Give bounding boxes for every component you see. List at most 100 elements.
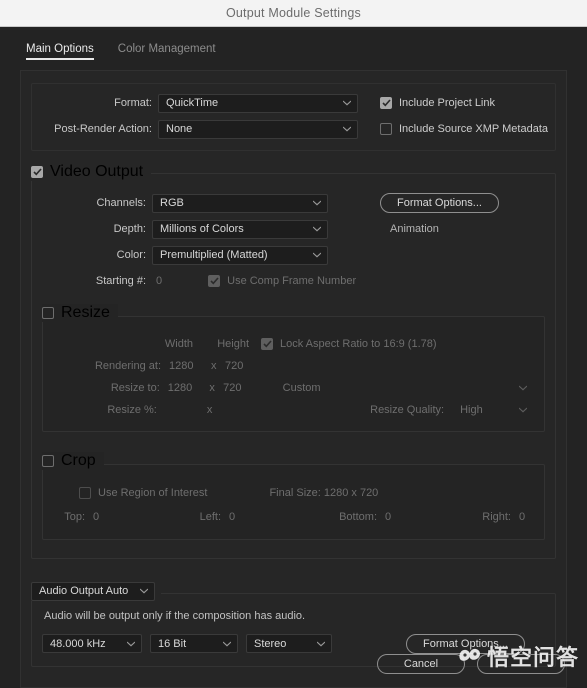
crop-left-label: Left: — [199, 511, 221, 523]
starting-number-value[interactable]: 0 — [156, 275, 162, 287]
lock-aspect-ratio-checkbox[interactable] — [261, 338, 273, 350]
chevron-down-icon — [519, 385, 528, 391]
starting-number-label: Starting #: — [95, 275, 146, 287]
crop-legend[interactable]: Crop — [42, 452, 104, 470]
use-comp-frame-number-checkbox[interactable] — [208, 275, 221, 287]
include-xmp-row[interactable]: Include Source XMP Metadata — [380, 123, 548, 135]
crop-left-value[interactable]: 0 — [229, 511, 327, 523]
depth-label: Depth: — [113, 223, 146, 235]
use-comp-frame-number-row[interactable]: Use Comp Frame Number — [208, 275, 356, 287]
resize-width-header: Width — [164, 338, 193, 350]
chevron-down-icon — [313, 252, 321, 258]
tab-color-management[interactable]: Color Management — [118, 43, 216, 60]
resize-preset-value: Custom — [282, 382, 321, 394]
crop-group: Crop Use Region of Interest Final Size: … — [42, 452, 545, 548]
resize-height-header: Height — [217, 338, 249, 350]
resize-to-label: Resize to: — [110, 382, 160, 394]
use-region-of-interest-label: Use Region of Interest — [98, 487, 208, 499]
resize-legend-label: Resize — [61, 304, 110, 321]
format-row: Format: QuickTime Include Project Link — [36, 90, 551, 116]
crop-checkbox[interactable] — [42, 455, 54, 467]
crop-roi-row: Use Region of Interest Final Size: 1280 … — [53, 481, 534, 505]
video-output-group: Video Output Channels: RGB Format Option… — [31, 163, 556, 567]
format-block: Format: QuickTime Include Project Link P… — [31, 83, 556, 151]
main-options-panel: Format: QuickTime Include Project Link P… — [20, 70, 567, 688]
post-render-action-label: Post-Render Action: — [54, 123, 152, 135]
resize-legend[interactable]: Resize — [42, 304, 118, 322]
audio-note: Audio will be output only if the composi… — [44, 609, 306, 622]
resize-height-value[interactable]: 720 — [223, 382, 267, 394]
channels-label: Channels: — [96, 197, 146, 209]
codec-name: Animation — [390, 223, 439, 235]
crop-bottom-label: Bottom: — [339, 511, 377, 523]
color-row: Color: Premultiplied (Matted) — [42, 242, 545, 268]
resize-quality-value: High — [460, 404, 483, 416]
lock-aspect-ratio-label: Lock Aspect Ratio to 16:9 (1.78) — [280, 338, 437, 350]
video-output-checkbox[interactable] — [31, 166, 43, 178]
resize-checkbox[interactable] — [42, 307, 54, 319]
chevron-down-icon — [313, 200, 321, 206]
final-size-label: Final Size: 1280 x 720 — [269, 487, 379, 499]
cancel-button[interactable]: Cancel — [377, 654, 465, 674]
dialog-title: Output Module Settings — [225, 6, 362, 20]
channels-select[interactable]: RGB — [152, 193, 328, 213]
depth-select[interactable]: Millions of Colors — [152, 219, 328, 239]
crop-top-label: Top: — [64, 511, 85, 523]
resize-percent-label: Resize %: — [107, 404, 157, 416]
lock-aspect-ratio-row[interactable]: Lock Aspect Ratio to 16:9 (1.78) — [261, 338, 437, 350]
color-select[interactable]: Premultiplied (Matted) — [152, 245, 328, 265]
video-output-box: Channels: RGB Format Options... Depth: M… — [31, 173, 556, 559]
chevron-down-icon — [519, 407, 527, 413]
resize-group: Resize Width Height Lock Aspect Ratio to… — [42, 304, 545, 440]
rendering-at-label: Rendering at: — [94, 360, 161, 372]
audio-output-select[interactable]: Audio Output Auto — [31, 581, 155, 601]
resize-to-row: Resize to: 1280 x 720 Custom — [53, 377, 534, 399]
channels-value: RGB — [160, 197, 184, 209]
video-format-options-button[interactable]: Format Options... — [380, 193, 499, 213]
dialog-titlebar: Output Module Settings — [0, 0, 587, 27]
format-label: Format: — [114, 97, 152, 109]
rendering-height-value: 720 — [225, 360, 244, 372]
use-region-of-interest-checkbox[interactable] — [79, 487, 91, 499]
video-output-legend-label: Video Output — [50, 163, 144, 180]
crop-right-label: Right: — [482, 511, 511, 523]
resize-header-row: Width Height Lock Aspect Ratio to 16:9 (… — [53, 333, 534, 355]
post-render-action-value: None — [166, 123, 193, 135]
depth-value: Millions of Colors — [160, 223, 244, 235]
chevron-down-icon — [343, 100, 351, 106]
video-output-legend[interactable]: Video Output — [31, 163, 152, 181]
include-project-link-row[interactable]: Include Project Link — [380, 97, 495, 109]
rendering-x-separator: x — [211, 360, 217, 372]
crop-right-value[interactable]: 0 — [519, 511, 525, 523]
use-region-of-interest-row[interactable]: Use Region of Interest — [79, 487, 207, 499]
resize-percent-row: Resize %: x Resize Quality: High — [53, 399, 534, 421]
post-render-action-select[interactable]: None — [158, 119, 358, 139]
ok-button[interactable] — [477, 654, 565, 674]
resize-quality-select[interactable]: High — [452, 401, 534, 420]
dialog-body: Main Options Color Management Format: Qu… — [0, 27, 587, 688]
depth-row: Depth: Millions of Colors Animation — [42, 216, 545, 242]
audio-output-value: Audio Output Auto — [39, 585, 129, 597]
include-xmp-checkbox[interactable] — [380, 123, 392, 135]
crop-top-value[interactable]: 0 — [93, 511, 191, 523]
resize-box: Width Height Lock Aspect Ratio to 16:9 (… — [42, 316, 545, 432]
starting-number-row: Starting #: 0 Use Comp Frame Number — [42, 268, 545, 294]
resize-preset-select[interactable]: Custom — [275, 379, 534, 398]
resize-quality-label: Resize Quality: — [370, 404, 445, 416]
channels-row: Channels: RGB Format Options... — [42, 190, 545, 216]
format-select[interactable]: QuickTime — [158, 93, 358, 113]
tab-main-options[interactable]: Main Options — [26, 43, 94, 60]
resize-width-value[interactable]: 1280 — [168, 382, 210, 394]
crop-box: Use Region of Interest Final Size: 1280 … — [42, 464, 545, 540]
resize-x-separator: x — [209, 382, 215, 394]
crop-bottom-value[interactable]: 0 — [385, 511, 475, 523]
tab-bar: Main Options Color Management — [20, 27, 567, 60]
post-render-action-row: Post-Render Action: None Include Source … — [36, 116, 551, 142]
include-project-link-checkbox[interactable] — [380, 97, 392, 109]
resize-percent-x-separator: x — [206, 404, 213, 416]
use-comp-frame-number-label: Use Comp Frame Number — [227, 275, 357, 287]
tab-color-management-label: Color Management — [117, 43, 216, 55]
audio-output-legend[interactable]: Audio Output Auto — [31, 581, 161, 601]
output-module-settings-dialog: Output Module Settings Main Options Colo… — [0, 0, 587, 688]
include-xmp-label: Include Source XMP Metadata — [399, 123, 548, 135]
